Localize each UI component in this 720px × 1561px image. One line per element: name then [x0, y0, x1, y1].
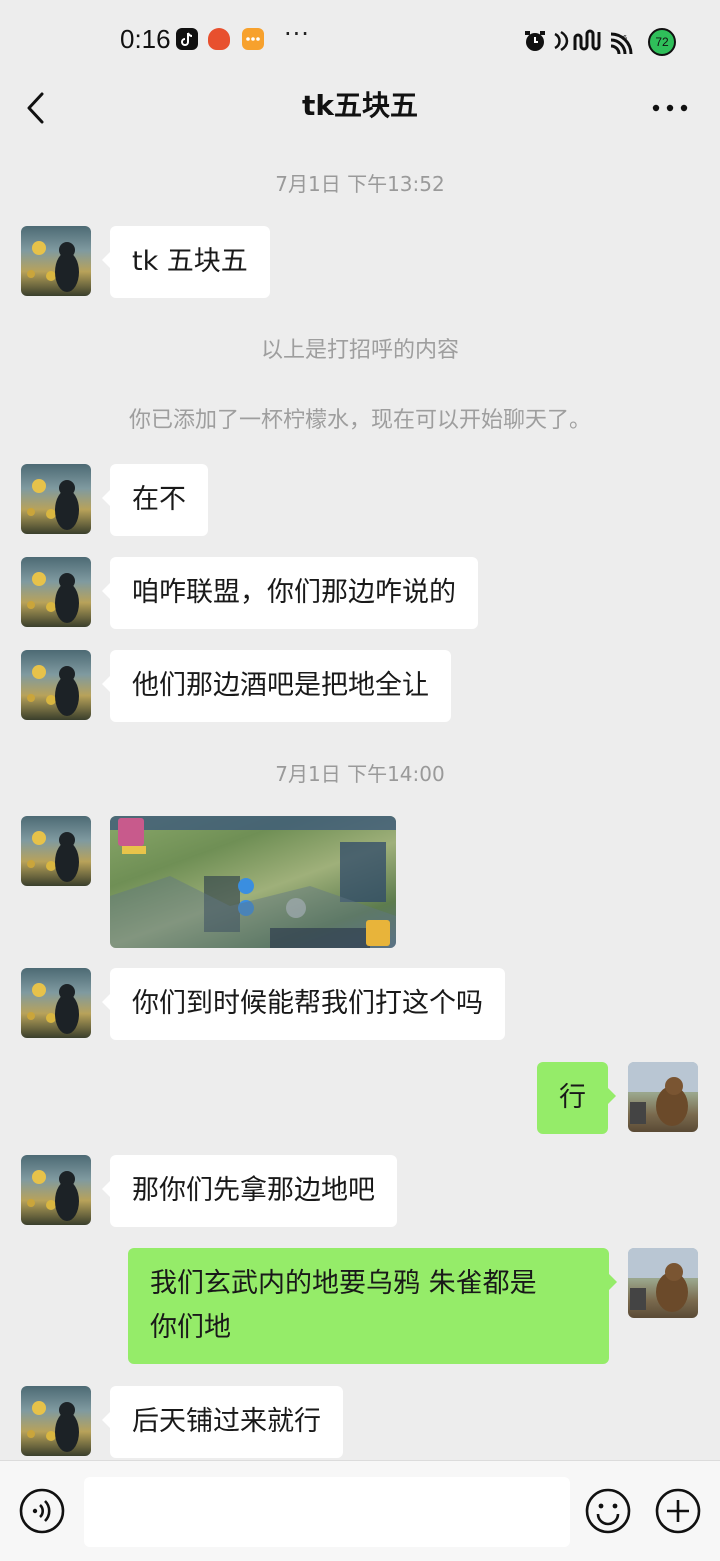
signal-icon	[572, 28, 602, 58]
message-timestamp: 7月1日 下午13:52	[275, 172, 445, 196]
message-bubble-incoming[interactable]: 那你们先拿那边地吧	[102, 1155, 397, 1227]
wifi-icon: 6	[608, 28, 634, 58]
contact-avatar[interactable]	[21, 816, 91, 886]
message-bubble-incoming[interactable]: 他们那边酒吧是把地全让	[102, 650, 451, 722]
system-message: 你已添加了一杯柠檬水，现在可以开始聊天了。	[128, 408, 591, 433]
message-bubble-outgoing[interactable]: 行	[537, 1062, 616, 1134]
message-bubble-outgoing[interactable]: 我们玄武内的地要乌鸦 朱雀都是 你们地	[128, 1248, 617, 1364]
emoji-icon	[585, 1488, 631, 1534]
contact-avatar[interactable]	[21, 1155, 91, 1225]
contact-avatar[interactable]	[21, 1386, 91, 1456]
message-image-game-screenshot[interactable]	[110, 816, 396, 948]
message-input[interactable]	[84, 1477, 570, 1547]
more-functions-button[interactable]	[654, 1487, 702, 1535]
contact-avatar[interactable]	[21, 968, 91, 1038]
contact-avatar[interactable]	[21, 226, 91, 296]
message-bubble-incoming[interactable]: tk 五块五	[102, 226, 270, 298]
chat-title: tk五块五	[301, 89, 418, 122]
battery-indicator: 72	[648, 28, 676, 56]
system-message: 以上是打招呼的内容	[260, 338, 459, 363]
chat-message-list[interactable]: 7月1日 下午13:52 tk 五块五 以上是打招呼的内容 你已添加了一杯柠檬水…	[0, 144, 720, 1460]
status-time: 0:16	[120, 24, 171, 54]
voice-input-button[interactable]	[18, 1487, 66, 1535]
my-avatar[interactable]	[628, 1062, 698, 1132]
message-input-bar	[0, 1460, 720, 1561]
more-dots-icon: ···	[284, 20, 310, 48]
app-orange-icon	[242, 28, 264, 50]
app-red-icon	[208, 28, 230, 50]
message-bubble-incoming[interactable]: 后天铺过来就行	[102, 1386, 343, 1458]
tiktok-icon	[176, 28, 198, 50]
svg-text:6: 6	[623, 35, 627, 42]
voice-icon	[19, 1488, 65, 1534]
message-bubble-incoming[interactable]: 咱咋联盟，你们那边咋说的	[102, 557, 478, 629]
more-horizontal-icon	[652, 104, 688, 112]
contact-avatar[interactable]	[21, 464, 91, 534]
chat-more-button[interactable]	[646, 86, 694, 130]
contact-avatar[interactable]	[21, 650, 91, 720]
plus-circle-icon	[655, 1488, 701, 1534]
message-bubble-incoming[interactable]: 在不	[102, 464, 208, 536]
message-bubble-incoming[interactable]: 你们到时候能帮我们打这个吗	[102, 968, 505, 1040]
nfc-icon	[552, 28, 572, 58]
emoji-button[interactable]	[584, 1487, 632, 1535]
status-bar: 0:16 ··· 6 72	[0, 0, 720, 80]
message-timestamp: 7月1日 下午14:00	[275, 762, 445, 786]
alarm-icon	[522, 28, 548, 58]
contact-avatar[interactable]	[21, 557, 91, 627]
chat-header: tk五块五	[0, 80, 720, 144]
my-avatar[interactable]	[628, 1248, 698, 1318]
